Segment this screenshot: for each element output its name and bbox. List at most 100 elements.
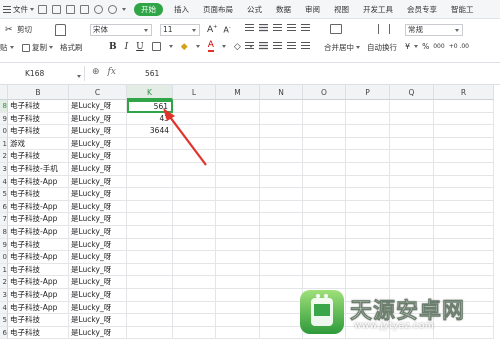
row-header[interactable]: 3 bbox=[0, 289, 8, 302]
decimal-buttons[interactable]: +0 .00 bbox=[449, 43, 469, 50]
table-cell[interactable] bbox=[216, 163, 260, 176]
row-header[interactable]: 0 bbox=[0, 125, 8, 138]
row-header[interactable]: 4 bbox=[0, 301, 8, 315]
column-header-q[interactable]: Q bbox=[390, 85, 434, 100]
table-cell[interactable]: 电子科技 bbox=[8, 112, 69, 126]
table-cell[interactable] bbox=[127, 251, 173, 264]
table-cell[interactable] bbox=[390, 238, 434, 252]
increase-font-icon[interactable]: A+ bbox=[207, 24, 217, 35]
table-cell[interactable] bbox=[173, 100, 216, 113]
table-cell[interactable] bbox=[390, 200, 434, 214]
table-cell[interactable] bbox=[127, 289, 173, 302]
table-cell[interactable] bbox=[173, 276, 216, 289]
table-cell[interactable] bbox=[127, 314, 173, 327]
auto-wrap-icon-button[interactable] bbox=[378, 24, 390, 34]
table-cell[interactable] bbox=[173, 314, 216, 327]
table-cell[interactable] bbox=[216, 125, 260, 138]
table-cell[interactable] bbox=[434, 100, 494, 113]
tab-page-layout[interactable]: 页面布局 bbox=[196, 0, 240, 19]
table-cell[interactable] bbox=[346, 150, 390, 163]
table-cell[interactable] bbox=[216, 213, 260, 226]
table-cell[interactable] bbox=[390, 112, 434, 126]
underline-button[interactable]: U bbox=[136, 42, 144, 52]
undo-icon[interactable] bbox=[94, 4, 103, 14]
table-cell[interactable] bbox=[260, 314, 303, 327]
table-cell[interactable] bbox=[390, 125, 434, 138]
table-cell[interactable] bbox=[127, 188, 173, 201]
table-cell[interactable] bbox=[303, 100, 346, 113]
table-cell[interactable] bbox=[173, 263, 216, 277]
table-cell[interactable] bbox=[434, 251, 494, 264]
table-cell[interactable] bbox=[303, 238, 346, 252]
row-header[interactable]: 9 bbox=[0, 112, 8, 126]
chevron-down-icon[interactable] bbox=[221, 45, 226, 48]
table-cell[interactable]: 3644 bbox=[127, 125, 173, 138]
table-cell[interactable] bbox=[216, 112, 260, 126]
table-cell[interactable]: 电子科技 bbox=[8, 263, 69, 277]
table-cell[interactable] bbox=[173, 112, 216, 126]
table-cell[interactable]: 是Lucky_呀 bbox=[69, 289, 127, 302]
table-cell[interactable] bbox=[173, 226, 216, 239]
table-cell[interactable] bbox=[127, 326, 173, 339]
table-cell[interactable] bbox=[173, 200, 216, 214]
table-cell[interactable] bbox=[303, 137, 346, 151]
table-cell[interactable]: 电子科技-App bbox=[8, 276, 69, 289]
table-cell[interactable] bbox=[260, 238, 303, 252]
chevron-down-icon[interactable] bbox=[168, 45, 173, 48]
table-cell[interactable] bbox=[127, 175, 173, 189]
table-cell[interactable]: 是Lucky_呀 bbox=[69, 163, 127, 176]
table-cell[interactable] bbox=[260, 289, 303, 302]
row-header[interactable]: 4 bbox=[0, 175, 8, 189]
name-box[interactable]: K168 bbox=[0, 66, 85, 81]
table-cell[interactable] bbox=[346, 100, 390, 113]
print-preview-icon[interactable] bbox=[80, 4, 89, 14]
table-cell[interactable] bbox=[434, 137, 494, 151]
table-cell[interactable] bbox=[390, 175, 434, 189]
row-header[interactable]: 0 bbox=[0, 251, 8, 264]
table-cell[interactable] bbox=[260, 226, 303, 239]
outdent-icon[interactable] bbox=[301, 24, 310, 32]
decrease-font-icon[interactable]: A- bbox=[223, 25, 230, 35]
table-cell[interactable] bbox=[173, 326, 216, 339]
table-cell[interactable] bbox=[127, 137, 173, 151]
table-cell[interactable]: 电子科技 bbox=[8, 326, 69, 339]
cut-button[interactable]: ✂ 剪切 bbox=[5, 24, 32, 35]
font-name-select[interactable]: 宋体 bbox=[90, 24, 152, 36]
table-cell[interactable] bbox=[260, 263, 303, 277]
table-cell[interactable] bbox=[173, 251, 216, 264]
table-cell[interactable] bbox=[127, 226, 173, 239]
percent-button[interactable]: % bbox=[422, 42, 429, 51]
table-cell[interactable] bbox=[303, 251, 346, 264]
zoom-icon[interactable]: ⊕ bbox=[92, 67, 100, 77]
table-cell[interactable] bbox=[216, 150, 260, 163]
row-header[interactable]: 5 bbox=[0, 188, 8, 201]
table-cell[interactable] bbox=[303, 263, 346, 277]
table-cell[interactable] bbox=[303, 200, 346, 214]
table-cell[interactable]: 电子科技-App bbox=[8, 200, 69, 214]
table-cell[interactable] bbox=[390, 213, 434, 226]
table-cell[interactable] bbox=[434, 226, 494, 239]
table-cell[interactable] bbox=[346, 200, 390, 214]
table-cell[interactable] bbox=[173, 125, 216, 138]
table-cell[interactable] bbox=[346, 112, 390, 126]
align-top-icon[interactable] bbox=[245, 24, 254, 32]
table-cell[interactable] bbox=[173, 163, 216, 176]
table-cell[interactable]: 电子科技 bbox=[8, 238, 69, 252]
formula-input[interactable]: 561 bbox=[145, 67, 159, 81]
table-cell[interactable]: 是Lucky_呀 bbox=[69, 263, 127, 277]
table-cell[interactable] bbox=[260, 251, 303, 264]
table-cell[interactable] bbox=[216, 276, 260, 289]
table-cell[interactable] bbox=[303, 163, 346, 176]
table-cell[interactable] bbox=[127, 263, 173, 277]
row-header[interactable]: 1 bbox=[0, 137, 8, 151]
column-header-c[interactable]: C bbox=[69, 85, 127, 100]
tab-dev-tools[interactable]: 开发工具 bbox=[356, 0, 400, 19]
table-cell[interactable] bbox=[216, 100, 260, 113]
table-cell[interactable] bbox=[434, 263, 494, 277]
border-icon[interactable] bbox=[151, 42, 161, 51]
row-header[interactable]: 9 bbox=[0, 238, 8, 252]
column-header-b[interactable]: B bbox=[8, 85, 69, 100]
table-cell[interactable] bbox=[260, 112, 303, 126]
table-cell[interactable]: 是Lucky_呀 bbox=[69, 188, 127, 201]
table-cell[interactable] bbox=[390, 150, 434, 163]
